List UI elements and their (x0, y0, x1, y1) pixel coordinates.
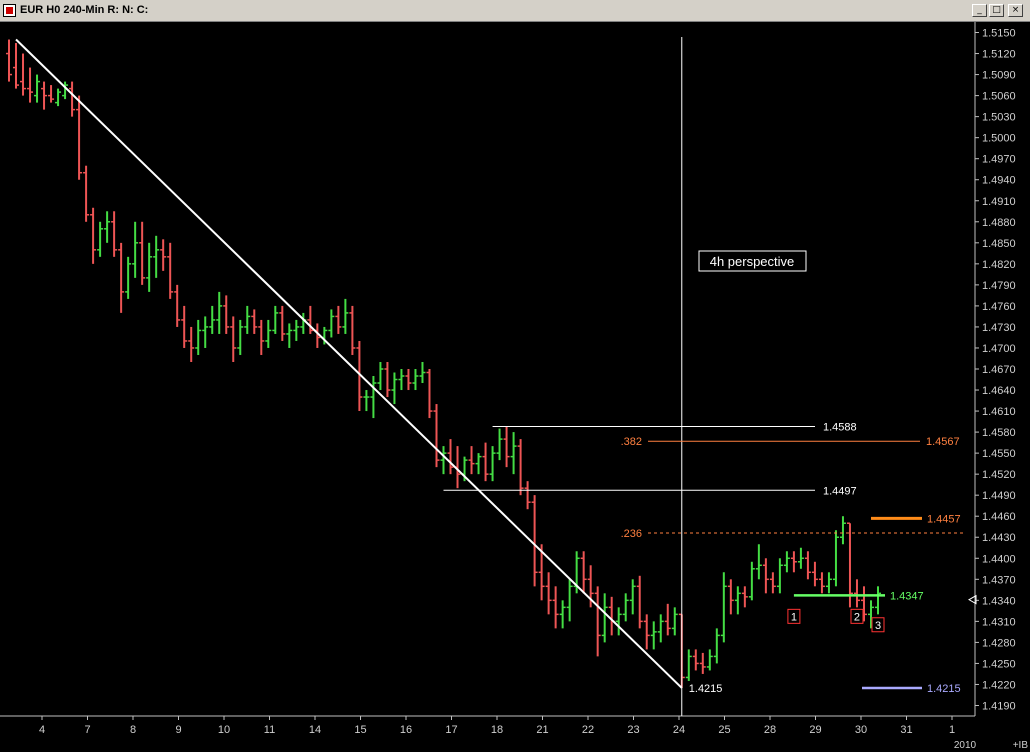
window-title: EUR H0 240-Min R: N: C: (20, 4, 149, 16)
maximize-button[interactable]: □ (989, 4, 1004, 17)
y-tick-label: 1.4700 (982, 343, 1016, 355)
x-tick-label: 25 (718, 724, 730, 736)
y-tick-label: 1.5120 (982, 49, 1016, 61)
window-titlebar[interactable]: EUR H0 240-Min R: N: C: _ □ × (0, 0, 1030, 22)
y-tick-label: 1.4580 (982, 427, 1016, 439)
marker-label: 1 (791, 611, 797, 623)
x-tick-label: 28 (764, 724, 776, 736)
level-label: 1.4347 (890, 590, 924, 602)
x-tick-label: 30 (855, 724, 867, 736)
x-tick-label: 15 (354, 724, 366, 736)
x-tick-label: 21 (536, 724, 548, 736)
y-tick-label: 1.4550 (982, 448, 1016, 460)
y-tick-label: 1.4730 (982, 322, 1016, 334)
minimize-button[interactable]: _ (972, 4, 987, 17)
close-button[interactable]: × (1008, 4, 1023, 17)
trendline-low-label: 1.4215 (689, 683, 723, 695)
y-tick-label: 1.4760 (982, 301, 1016, 313)
x-tick-label: 22 (582, 724, 594, 736)
annotation-text: 4h perspective (710, 254, 795, 269)
y-tick-label: 1.4220 (982, 679, 1016, 691)
x-tick-label: 9 (175, 724, 181, 736)
y-tick-label: 1.4640 (982, 385, 1016, 397)
y-tick-label: 1.4370 (982, 574, 1016, 586)
y-tick-label: 1.4340 (982, 595, 1016, 607)
x-tick-label: 11 (264, 724, 275, 736)
x-tick-label: 8 (130, 724, 136, 736)
y-tick-label: 1.5090 (982, 70, 1016, 82)
x-tick-label: 10 (218, 724, 230, 736)
y-tick-label: 1.4670 (982, 364, 1016, 376)
y-tick-label: 1.4610 (982, 406, 1016, 418)
chart-background (0, 22, 1030, 752)
y-tick-label: 1.4280 (982, 637, 1016, 649)
app-chart-icon[interactable] (3, 4, 16, 17)
x-tick-label: 4 (39, 724, 45, 736)
y-tick-label: 1.4820 (982, 259, 1016, 271)
y-tick-label: 1.5000 (982, 133, 1016, 145)
y-tick-label: 1.4460 (982, 511, 1016, 523)
x-corner-label: +IB (1013, 740, 1029, 751)
x-tick-label: 18 (491, 724, 503, 736)
x-tick-label: 31 (900, 724, 912, 736)
y-tick-label: 1.4190 (982, 700, 1016, 712)
marker-label: 2 (854, 611, 860, 623)
price-chart[interactable]: 1.5150 1.5120 1.5090 1.5060 1.5030 1.5000 1.49… (0, 22, 1030, 752)
x-tick-label: 16 (400, 724, 412, 736)
y-tick-label: 1.4490 (982, 490, 1016, 502)
fib-ratio-label: .236 (621, 528, 642, 540)
y-tick-label: 1.4310 (982, 616, 1016, 628)
x-tick-label: 1 (949, 724, 955, 736)
y-tick-label: 1.4940 (982, 175, 1016, 187)
x-tick-label: 23 (627, 724, 639, 736)
level-label: 1.4215 (927, 683, 961, 695)
x-tick-label: 14 (309, 724, 321, 736)
marker-label: 3 (875, 620, 881, 632)
y-tick-label: 1.4880 (982, 217, 1016, 229)
y-tick-label: 1.4970 (982, 154, 1016, 166)
y-tick-label: 1.4850 (982, 238, 1016, 250)
y-tick-label: 1.5060 (982, 91, 1016, 103)
y-tick-label: 1.5030 (982, 112, 1016, 124)
y-tick-label: 1.4400 (982, 553, 1016, 565)
level-label: 1.4457 (927, 513, 961, 525)
x-tick-label: 29 (809, 724, 821, 736)
y-tick-label: 1.5150 (982, 28, 1016, 40)
x-tick-label: 17 (445, 724, 457, 736)
y-tick-label: 1.4790 (982, 280, 1016, 292)
y-tick-label: 1.4520 (982, 469, 1016, 481)
annotation-box: 4h perspective (698, 250, 807, 272)
level-label: 1.4497 (823, 485, 857, 497)
x-tick-label: 24 (673, 724, 685, 736)
y-tick-label: 1.4250 (982, 658, 1016, 670)
fib-price-label: 1.4567 (926, 436, 960, 448)
y-tick-label: 1.4910 (982, 196, 1016, 208)
level-label: 1.4588 (823, 421, 857, 433)
fib-ratio-label: .382 (621, 436, 642, 448)
y-tick-label: 1.4430 (982, 532, 1016, 544)
x-tick-label: 7 (84, 724, 90, 736)
x-year-label: 2010 (954, 740, 977, 751)
